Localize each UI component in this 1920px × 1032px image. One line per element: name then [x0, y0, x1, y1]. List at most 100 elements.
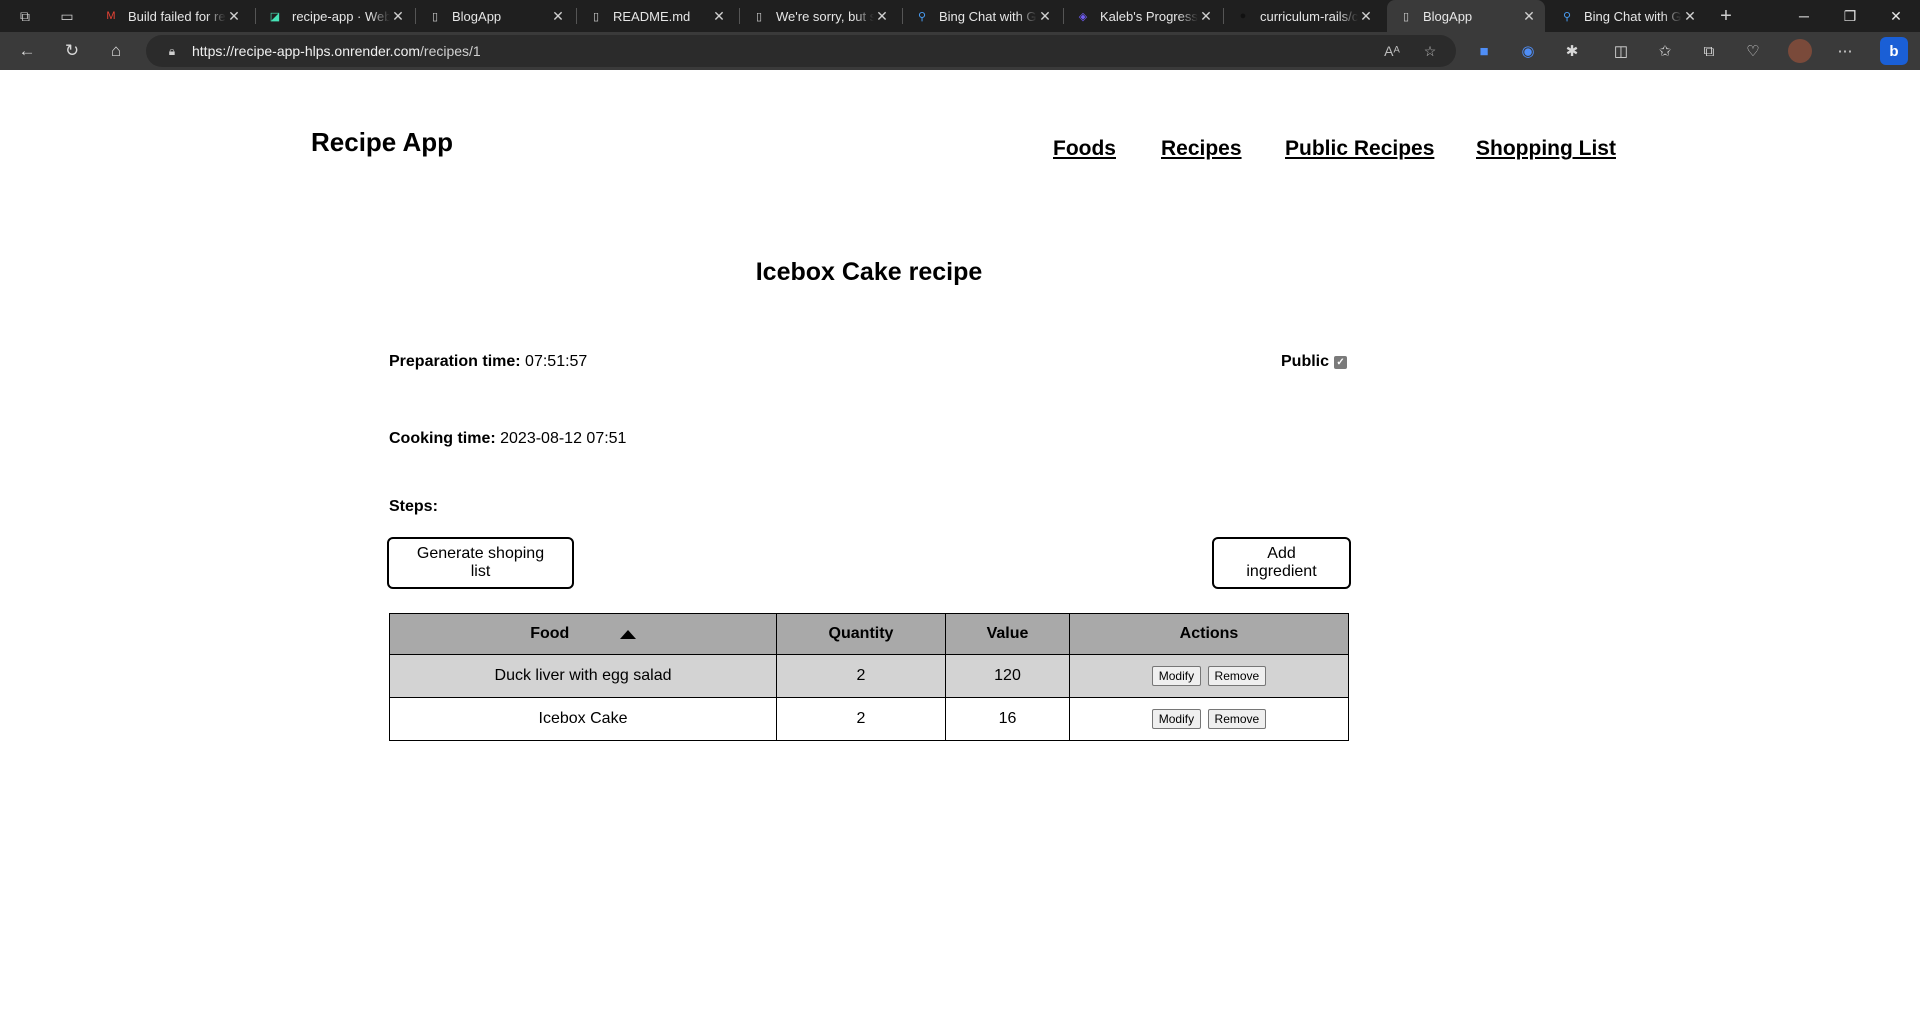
table-header-row: Food Quantity Value Actions	[389, 613, 1349, 655]
tab-separator	[576, 8, 577, 24]
food-cell: Duck liver with egg salad	[389, 654, 777, 698]
url-text[interactable]: https://recipe-app-hlps.onrender.com/rec…	[192, 43, 481, 59]
browser-tab[interactable]: ◈ Kaleb's Progress ✕	[1064, 0, 1222, 32]
page-content: Recipe App Foods Recipes Public Recipes …	[0, 70, 1920, 1032]
github-icon: ●	[1239, 10, 1247, 22]
column-header-quantity: Quantity	[776, 613, 946, 655]
nav-recipes[interactable]: Recipes	[1161, 137, 1242, 161]
back-icon[interactable]: ←	[14, 39, 40, 63]
browser-tab[interactable]: ⚲ Bing Chat with GP ✕	[903, 0, 1061, 32]
close-tab-icon[interactable]: ✕	[390, 8, 406, 25]
close-tab-icon[interactable]: ✕	[550, 8, 566, 25]
tab-separator	[739, 8, 740, 24]
column-header-value: Value	[945, 613, 1070, 655]
add-ingredient-button[interactable]: Add ingredient	[1212, 537, 1351, 589]
tab-separator	[1063, 8, 1064, 24]
actions-cell: Modify Remove	[1069, 697, 1349, 741]
bing-search-icon: ⚲	[1562, 10, 1572, 23]
collections-icon[interactable]: ⧉	[1698, 41, 1720, 61]
close-tab-icon[interactable]: ✕	[1521, 8, 1537, 25]
actions-cell: Modify Remove	[1069, 654, 1349, 698]
modify-button[interactable]: Modify	[1151, 709, 1202, 729]
tab-title: We're sorry, but so	[776, 8, 874, 24]
close-window-button[interactable]: ✕	[1873, 0, 1919, 32]
close-tab-icon[interactable]: ✕	[1198, 8, 1214, 25]
browser-tab[interactable]: ▯ BlogApp ✕	[1387, 0, 1545, 32]
extension-icon[interactable]: ■	[1473, 41, 1495, 61]
quantity-cell: 2	[776, 697, 946, 741]
browser-tab-bar: ⧉ ▭ M Build failed for rec ✕ ◪ recipe-app · …	[0, 0, 1920, 32]
close-tab-icon[interactable]: ✕	[874, 8, 890, 25]
extension-circle-icon[interactable]: ◉	[1517, 41, 1539, 61]
tab-separator	[902, 8, 903, 24]
modify-button[interactable]: Modify	[1151, 666, 1202, 686]
table-row: Icebox Cake 2 16 Modify Remove	[389, 697, 1349, 741]
browser-tab[interactable]: ● curriculum-rails/c ✕	[1224, 0, 1382, 32]
column-header-food[interactable]: Food	[389, 613, 777, 655]
performance-icon[interactable]: ♡	[1742, 41, 1764, 61]
cooking-time-value: 2023-08-12 07:51	[500, 430, 627, 447]
public-toggle: Public ✓	[1281, 353, 1348, 371]
close-tab-icon[interactable]: ✕	[1358, 8, 1374, 25]
new-tab-button[interactable]: +	[1714, 4, 1738, 28]
browser-tab[interactable]: ⚲ Bing Chat with GP ✕	[1548, 0, 1706, 32]
address-bar[interactable]: 🔒︎ https://recipe-app-hlps.onrender.com/…	[146, 35, 1456, 67]
extensions-puzzle-icon[interactable]: ✱	[1561, 41, 1583, 61]
value-cell: 120	[945, 654, 1070, 698]
profile-avatar[interactable]	[1788, 39, 1812, 63]
bing-search-icon: ⚲	[917, 10, 927, 23]
tab-separator	[415, 8, 416, 24]
quantity-cell: 2	[776, 654, 946, 698]
tab-separator	[255, 8, 256, 24]
nav-foods[interactable]: Foods	[1053, 137, 1116, 161]
public-checkbox[interactable]: ✓	[1334, 355, 1348, 369]
close-tab-icon[interactable]: ✕	[226, 8, 242, 25]
tab-title: README.md	[613, 8, 691, 24]
preparation-time: Preparation time: 07:51:57	[389, 353, 587, 371]
refresh-icon[interactable]: ↻	[59, 39, 85, 63]
tab-actions-icon[interactable]: ▭	[55, 4, 79, 28]
nav-public-recipes[interactable]: Public Recipes	[1285, 137, 1434, 161]
page-title: Icebox Cake recipe	[755, 258, 983, 286]
brand-logo[interactable]: Recipe App	[311, 127, 453, 158]
public-label: Public	[1281, 353, 1330, 370]
steps-label: Steps:	[389, 498, 438, 515]
microverse-icon: ◈	[1078, 10, 1088, 23]
browser-tab[interactable]: ▯ We're sorry, but so ✕	[740, 0, 898, 32]
close-tab-icon[interactable]: ✕	[1682, 8, 1698, 25]
steps: Steps:	[389, 498, 438, 516]
tab-title: BlogApp	[452, 8, 502, 24]
page-icon: ▯	[1402, 10, 1410, 23]
close-tab-icon[interactable]: ✕	[711, 8, 727, 25]
remove-button[interactable]: Remove	[1207, 709, 1267, 729]
column-header-actions: Actions	[1069, 613, 1349, 655]
split-screen-icon[interactable]: ◫	[1610, 41, 1632, 61]
cooking-time: Cooking time: 2023-08-12 07:51	[389, 430, 626, 448]
home-icon[interactable]: ⌂	[103, 39, 129, 63]
nav-shopping-list[interactable]: Shopping List	[1476, 137, 1616, 161]
minimize-button[interactable]: ─	[1781, 0, 1827, 32]
close-tab-icon[interactable]: ✕	[1037, 8, 1053, 25]
render-icon: ◪	[269, 10, 281, 23]
tab-separator	[1223, 8, 1224, 24]
cooking-time-label: Cooking time:	[389, 430, 496, 447]
remove-button[interactable]: Remove	[1207, 666, 1267, 686]
favorite-star-icon[interactable]: ☆	[1420, 41, 1440, 61]
browser-tab[interactable]: M Build failed for rec ✕	[92, 0, 250, 32]
more-menu-icon[interactable]: ⋯	[1834, 41, 1856, 61]
browser-tab[interactable]: ▯ BlogApp ✕	[416, 0, 574, 32]
sort-ascending-icon[interactable]	[619, 630, 636, 640]
browser-tab[interactable]: ◪ recipe-app · Web ✕	[256, 0, 414, 32]
lock-icon[interactable]: 🔒︎	[164, 43, 180, 59]
tab-title: Build failed for rec	[128, 8, 226, 24]
bing-copilot-icon[interactable]: b	[1880, 37, 1908, 65]
tab-title: Bing Chat with GP	[1584, 8, 1682, 24]
read-aloud-icon[interactable]: Aᴬ	[1382, 41, 1402, 61]
restore-button[interactable]: ❐	[1827, 0, 1873, 32]
browser-tab[interactable]: ▯ README.md ✕	[577, 0, 735, 32]
food-cell: Icebox Cake	[389, 697, 777, 741]
generate-shopping-list-button[interactable]: Generate shoping list	[387, 537, 574, 589]
favorites-icon[interactable]: ✩	[1654, 41, 1676, 61]
gmail-icon: M	[106, 10, 116, 22]
workspaces-icon[interactable]: ⧉	[13, 4, 37, 28]
